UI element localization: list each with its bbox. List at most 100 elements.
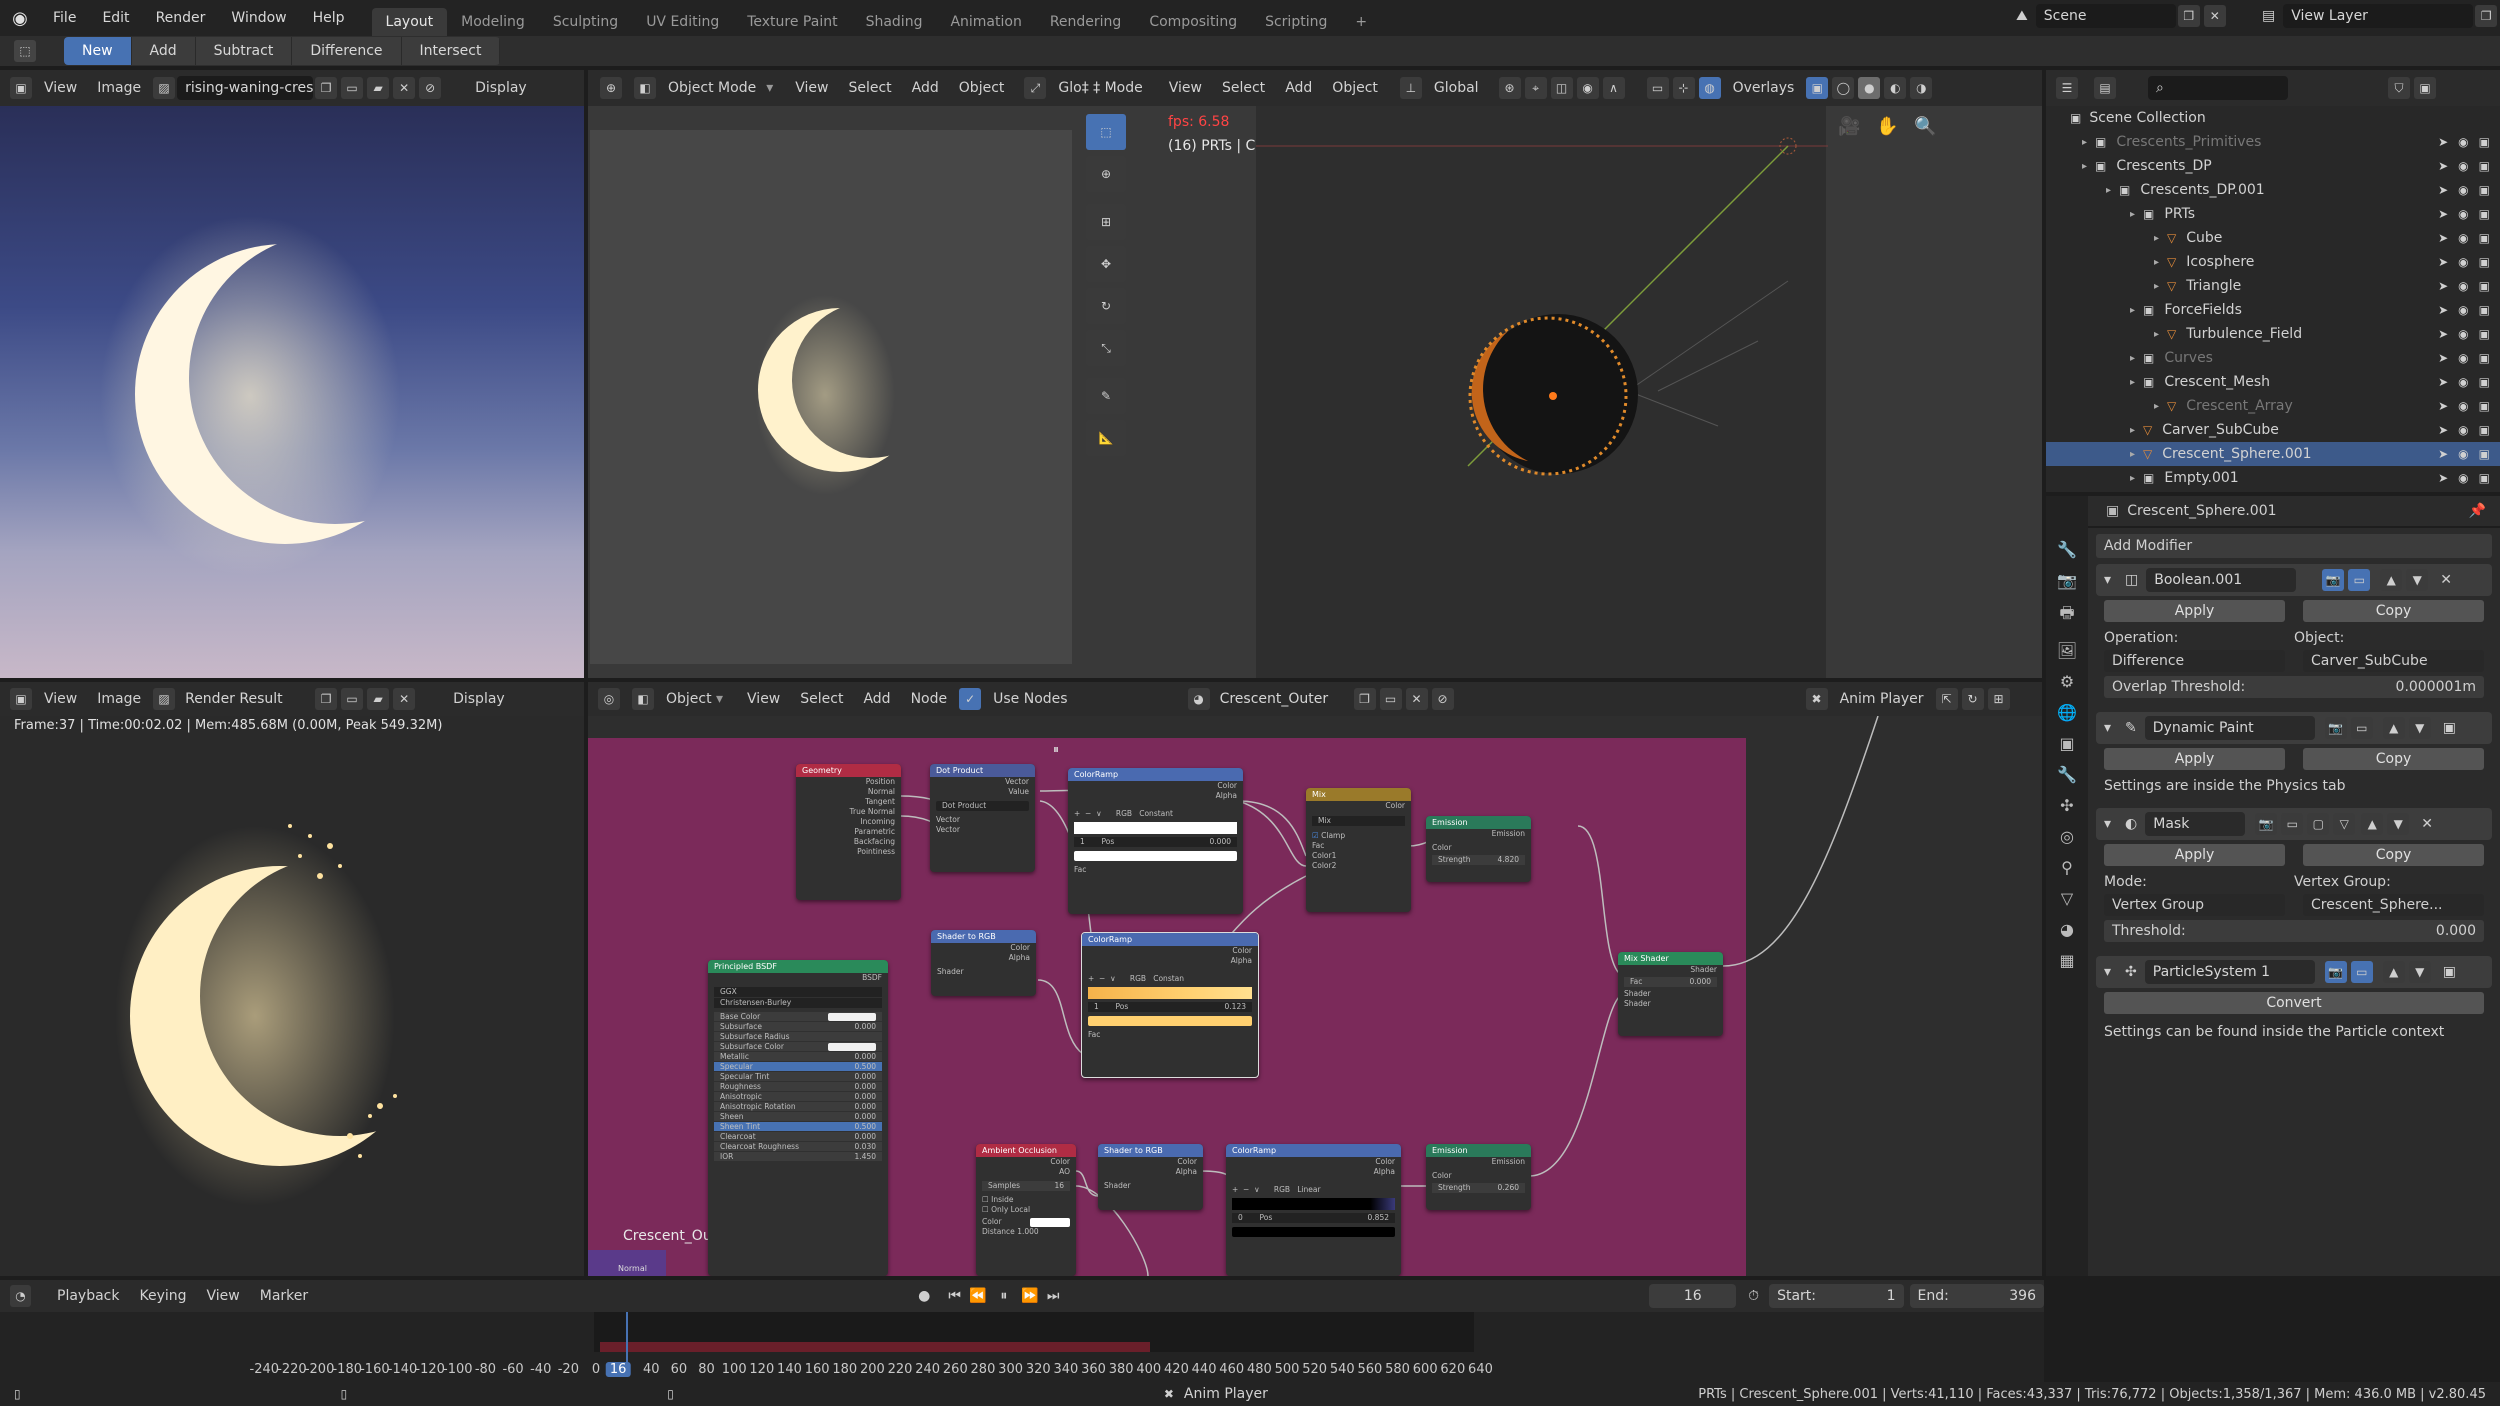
outliner-row[interactable]: ▸ ▣ Crescent_Mesh ➤ ◉ ▣ — [2046, 370, 2500, 394]
bsdf-input-row[interactable]: Sheen Tint 0.500 — [714, 1122, 882, 1132]
step-forward-icon[interactable]: ⏩ — [1021, 1288, 1038, 1304]
bsdf-input-row[interactable]: Anisotropic 0.000 — [714, 1092, 882, 1102]
bsdf-input-row[interactable]: Clearcoat 0.000 — [714, 1132, 882, 1142]
eye-icon[interactable]: ◉ — [2458, 159, 2468, 173]
ramp-gradient[interactable] — [1232, 1198, 1395, 1210]
show-render-icon[interactable]: 📷 — [2324, 717, 2347, 739]
pin-icon[interactable]: ⊘ — [1431, 688, 1454, 710]
bsdf-input-row[interactable]: Specular 0.500 — [714, 1062, 882, 1072]
render-tab-icon[interactable]: 📷 — [2057, 571, 2077, 590]
play-icon[interactable]: ⏸ — [1000, 1288, 1007, 1304]
outliner-visibility-toggles[interactable]: ➤ ◉ ▣ — [2438, 423, 2500, 437]
image-name-field[interactable]: rising-waning-cres... — [177, 76, 314, 100]
on-cage-icon[interactable]: ▽ — [2333, 813, 2356, 835]
render-camera-icon[interactable]: ▣ — [2479, 351, 2490, 365]
jump-start-icon[interactable]: ⏮ — [948, 1288, 961, 1304]
display-menu[interactable]: Display — [465, 80, 537, 96]
expand-arrow-icon[interactable]: ▸ — [2130, 425, 2135, 436]
expand-arrow-icon[interactable]: ▸ — [2154, 329, 2159, 340]
view-menu[interactable]: View — [34, 691, 87, 707]
close-circle-icon[interactable]: ✖ — [1805, 688, 1828, 710]
start-frame-value[interactable]: 1 — [1887, 1284, 1896, 1308]
color-ramp-node-2[interactable]: ColorRamp Color Alpha + − ∨ RGB Constan … — [1081, 932, 1259, 1078]
bsdf-input-value[interactable]: 0.000 — [855, 1072, 876, 1082]
editor-type-icon[interactable]: ☰ — [2056, 77, 2078, 99]
bsdf-input-row[interactable]: Metallic 0.000 — [714, 1052, 882, 1062]
menu-render[interactable]: Render — [143, 10, 219, 26]
expand-arrow-icon[interactable]: ▸ — [2154, 257, 2159, 268]
tab-modeling[interactable]: Modeling — [447, 8, 539, 36]
ramp-stop-color[interactable] — [1074, 851, 1237, 861]
duplicate-image-icon[interactable]: ❐ — [315, 77, 338, 99]
render-camera-icon[interactable]: ▣ — [2479, 159, 2490, 173]
expand-arrow-icon[interactable]: ▸ — [2154, 281, 2159, 292]
display-menu[interactable]: Display — [443, 691, 515, 707]
new-collection-icon[interactable]: ▣ — [2414, 77, 2436, 99]
selectable-icon[interactable]: ➤ — [2438, 327, 2448, 341]
expand-arrow-icon[interactable]: ▸ — [2130, 305, 2135, 316]
strength-value[interactable]: 4.820 — [1498, 855, 1519, 865]
show-viewport-icon[interactable]: ▭ — [2350, 717, 2373, 739]
scene-collection-row[interactable]: ▣ Scene Collection — [2046, 106, 2500, 130]
fac-value[interactable]: 0.000 — [1690, 977, 1711, 987]
emission-node-1[interactable]: Emission Emission Color Strength 4.820 — [1426, 816, 1531, 882]
mode-new-button[interactable]: New — [64, 37, 132, 65]
outliner-visibility-toggles[interactable]: ➤ ◉ ▣ — [2438, 279, 2500, 293]
ramp-color-mode[interactable]: RGB — [1274, 1185, 1290, 1194]
outliner-visibility-toggles[interactable]: ➤ ◉ ▣ — [2438, 471, 2500, 485]
outliner-row[interactable]: ▸ ▣ Empty.001 ➤ ◉ ▣ — [2046, 466, 2500, 490]
pin-icon[interactable]: 📌 — [2469, 503, 2486, 519]
outliner-row[interactable]: ▸ ▣ ForceFields ➤ ◉ ▣ — [2046, 298, 2500, 322]
apply-on-cage-icon[interactable]: ▣ — [2443, 964, 2456, 980]
copy-button[interactable]: Copy — [2303, 748, 2484, 770]
ramp-stop-index[interactable]: 0 — [1238, 1213, 1243, 1222]
playback-menu[interactable]: Playback — [47, 1288, 129, 1304]
record-icon[interactable]: ● — [918, 1288, 930, 1304]
orientation-select[interactable]: Global — [1424, 80, 1489, 96]
outliner-visibility-toggles[interactable]: ➤ ◉ ▣ — [2438, 375, 2500, 389]
bsdf-input-value[interactable]: 0.000 — [855, 1022, 876, 1032]
tab-uv-editing[interactable]: UV Editing — [632, 8, 733, 36]
new-image-icon[interactable]: ▭ — [341, 77, 364, 99]
ambient-occlusion-node[interactable]: Ambient Occlusion Color AO Samples 16 ☐ I… — [976, 1144, 1076, 1276]
snap-target-icon[interactable]: ◫ — [1550, 77, 1573, 99]
add-modifier-dropdown[interactable]: Add Modifier — [2096, 534, 2492, 558]
bsdf-input-row[interactable]: Subsurface Color — [714, 1042, 882, 1052]
mode-difference-button[interactable]: Difference — [292, 37, 402, 65]
eye-icon[interactable]: ◉ — [2458, 375, 2468, 389]
bsdf-input-value[interactable]: 0.000 — [855, 1112, 876, 1122]
collapse-icon[interactable]: ▾ — [2104, 572, 2111, 588]
strength-value[interactable]: 0.260 — [1498, 1183, 1519, 1193]
view-layer-selector[interactable]: ▤ View Layer ❐ ✕ — [2262, 4, 2500, 28]
color-swatch[interactable] — [1030, 1218, 1070, 1227]
xray-icon[interactable]: ▣ — [1806, 77, 1829, 99]
menu-file[interactable]: File — [40, 10, 89, 26]
move-up-icon[interactable]: ▲ — [2380, 569, 2403, 591]
step-back-icon[interactable]: ⏪ — [969, 1288, 986, 1304]
bsdf-input-value[interactable]: 0.000 — [855, 1092, 876, 1102]
overlays-icon[interactable]: ◍ — [1698, 77, 1721, 99]
eye-icon[interactable]: ◉ — [2458, 471, 2468, 485]
copy-button[interactable]: Copy — [2303, 844, 2484, 866]
material-tab-icon[interactable]: ◕ — [2060, 920, 2074, 939]
eye-icon[interactable]: ◉ — [2458, 399, 2468, 413]
selectable-icon[interactable]: ➤ — [2438, 351, 2448, 365]
particles-tab-icon[interactable]: ✣ — [2060, 796, 2073, 815]
pin-icon[interactable]: ⊘ — [419, 77, 442, 99]
view-layer-tab-icon[interactable]: 🖼 — [2057, 641, 2077, 660]
node-menu[interactable]: Node — [901, 691, 958, 707]
transform-orientation-icon[interactable]: ⤢ — [1024, 77, 1047, 99]
unlink-image-icon[interactable]: ✕ — [393, 77, 416, 99]
image-menu[interactable]: Image — [87, 80, 151, 96]
bsdf-input-value[interactable]: 0.500 — [855, 1122, 876, 1132]
collapse-icon[interactable]: ▾ — [2104, 720, 2111, 736]
outliner-visibility-toggles[interactable]: ➤ ◉ ▣ — [2438, 183, 2500, 197]
show-viewport-icon[interactable]: ▭ — [2281, 813, 2304, 835]
anim-player-button[interactable]: Anim Player — [1830, 691, 1934, 707]
object-tab-icon[interactable]: ▣ — [2059, 734, 2074, 753]
delete-scene-icon[interactable]: ✕ — [2203, 5, 2226, 27]
tool-tab-icon[interactable]: 🔧 — [2057, 540, 2077, 559]
3d-viewport[interactable]: ⬚ ⊕ ⊞ ✥ ↻ ⤡ ✎ 📐 fps: 6.58 (16) PRTs | Cr… — [588, 106, 2042, 678]
outliner-visibility-toggles[interactable]: ➤ ◉ ▣ — [2438, 159, 2500, 173]
ramp-stop-index[interactable]: 1 — [1080, 837, 1085, 846]
